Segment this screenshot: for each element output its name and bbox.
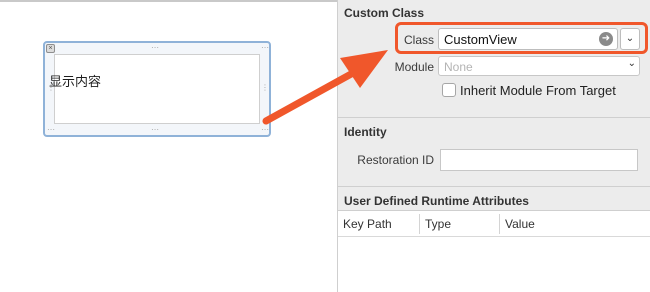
column-value[interactable]: Value — [505, 217, 535, 231]
module-placeholder: None — [444, 60, 473, 74]
section-divider — [338, 186, 650, 187]
inherit-module-label: Inherit Module From Target — [460, 83, 616, 98]
runtime-attributes-table[interactable]: Key Path Type Value — [338, 210, 650, 292]
storyboard-canvas[interactable]: × ⋯ ⋯ ⋮ ⋮ ⋯ ⋯ ⋯ 显示内容 — [0, 0, 337, 292]
class-highlight-annotation — [395, 22, 648, 54]
resize-handle-bottom-right[interactable]: ⋯ — [261, 126, 270, 134]
inherit-module-checkbox[interactable] — [442, 83, 456, 97]
resize-handle-top-right[interactable]: ⋯ — [261, 44, 270, 52]
table-header: Key Path Type Value — [338, 211, 650, 237]
resize-handle-bottom-left[interactable]: ⋯ — [47, 126, 56, 134]
resize-handle-right[interactable]: ⋮ — [261, 84, 270, 92]
module-select[interactable]: None ⌄ — [438, 56, 640, 76]
identity-title: Identity — [344, 125, 387, 139]
restoration-id-label: Restoration ID — [357, 153, 434, 167]
chevron-down-icon: ⌄ — [627, 58, 636, 69]
resize-handle-top[interactable]: ⋯ — [151, 44, 160, 52]
resize-handle-bottom[interactable]: ⋯ — [151, 126, 160, 134]
view-content-label: 显示内容 — [49, 74, 102, 89]
identity-inspector: Custom Class Class CustomView ➜ ⌄ Module… — [337, 0, 650, 292]
column-separator — [499, 214, 500, 234]
restoration-id-input[interactable] — [440, 149, 638, 171]
module-label: Module — [394, 60, 434, 74]
section-divider — [338, 117, 650, 118]
column-separator — [419, 214, 420, 234]
column-key-path[interactable]: Key Path — [343, 217, 392, 231]
runtime-attributes-title: User Defined Runtime Attributes — [344, 194, 529, 208]
column-type[interactable]: Type — [425, 217, 451, 231]
close-icon[interactable]: × — [46, 44, 55, 53]
custom-view-frame[interactable]: × ⋯ ⋯ ⋮ ⋮ ⋯ ⋯ ⋯ 显示内容 — [43, 41, 271, 137]
canvas-top-divider — [0, 0, 337, 2]
custom-class-title: Custom Class — [344, 6, 425, 20]
